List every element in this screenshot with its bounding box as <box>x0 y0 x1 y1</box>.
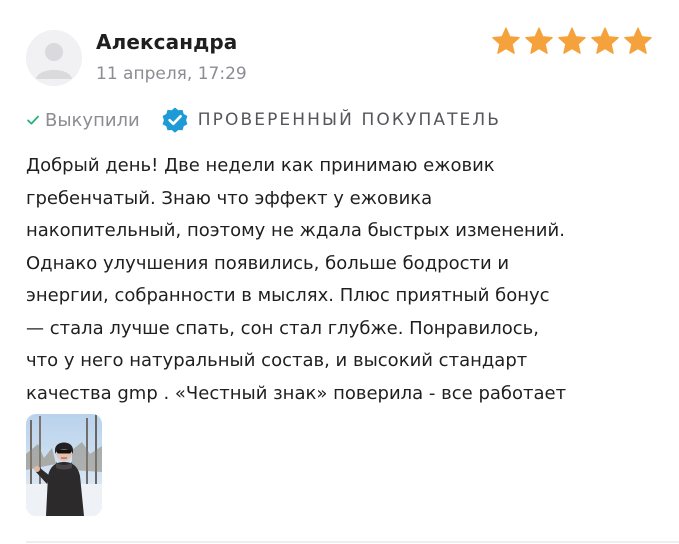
bought-badge: Выкупили <box>26 110 140 131</box>
review-card: Александра 11 апреля, 17:29 Выкупили ПРО… <box>0 0 679 544</box>
avatar <box>26 30 82 86</box>
review-text-line: Добрый день! Две недели как принимаю ежо… <box>26 155 495 176</box>
star-icon <box>624 27 652 54</box>
review-text-line: что у него натуральный состав, и высокий… <box>26 350 528 371</box>
check-icon <box>27 115 39 125</box>
verified-badge-icon <box>162 107 188 133</box>
review-text-line: накопительный, поэтому не ждала быстрых … <box>26 220 565 241</box>
review-text: Добрый день! Две недели как принимаю ежо… <box>26 150 666 410</box>
review-text-line: энергии, собранности в мыслях. Плюс прия… <box>26 285 550 306</box>
star-icon <box>525 27 553 54</box>
star-icon <box>558 27 586 54</box>
review-badges: Выкупили ПРОВЕРЕННЫЙ ПОКУПАТЕЛЬ <box>26 104 501 136</box>
review-date: 11 апреля, 17:29 <box>96 64 247 84</box>
user-placeholder-icon <box>26 30 82 86</box>
review-text-line: гребенчатый. Знаю что эффект у ежовика <box>26 187 433 209</box>
verified-buyer-badge: ПРОВЕРЕННЫЙ ПОКУПАТЕЛЬ <box>160 105 501 135</box>
review-text-line: Однако улучшения появились, больше бодро… <box>26 252 510 274</box>
star-icon <box>591 27 619 54</box>
star-rating <box>491 26 653 56</box>
author-name: Александра <box>96 30 238 54</box>
review-text-line: качества gmp . «Честный знак» поверила -… <box>26 382 567 404</box>
verified-buyer-label: ПРОВЕРЕННЫЙ ПОКУПАТЕЛЬ <box>197 110 502 130</box>
bought-label: Выкупили <box>45 109 140 131</box>
review-photo-thumbnail[interactable] <box>26 414 102 516</box>
review-photo-image <box>26 414 102 516</box>
star-icon <box>492 27 520 54</box>
divider <box>26 541 679 543</box>
review-text-line: — стала лучше спать, сон стал глубже. По… <box>26 317 539 339</box>
